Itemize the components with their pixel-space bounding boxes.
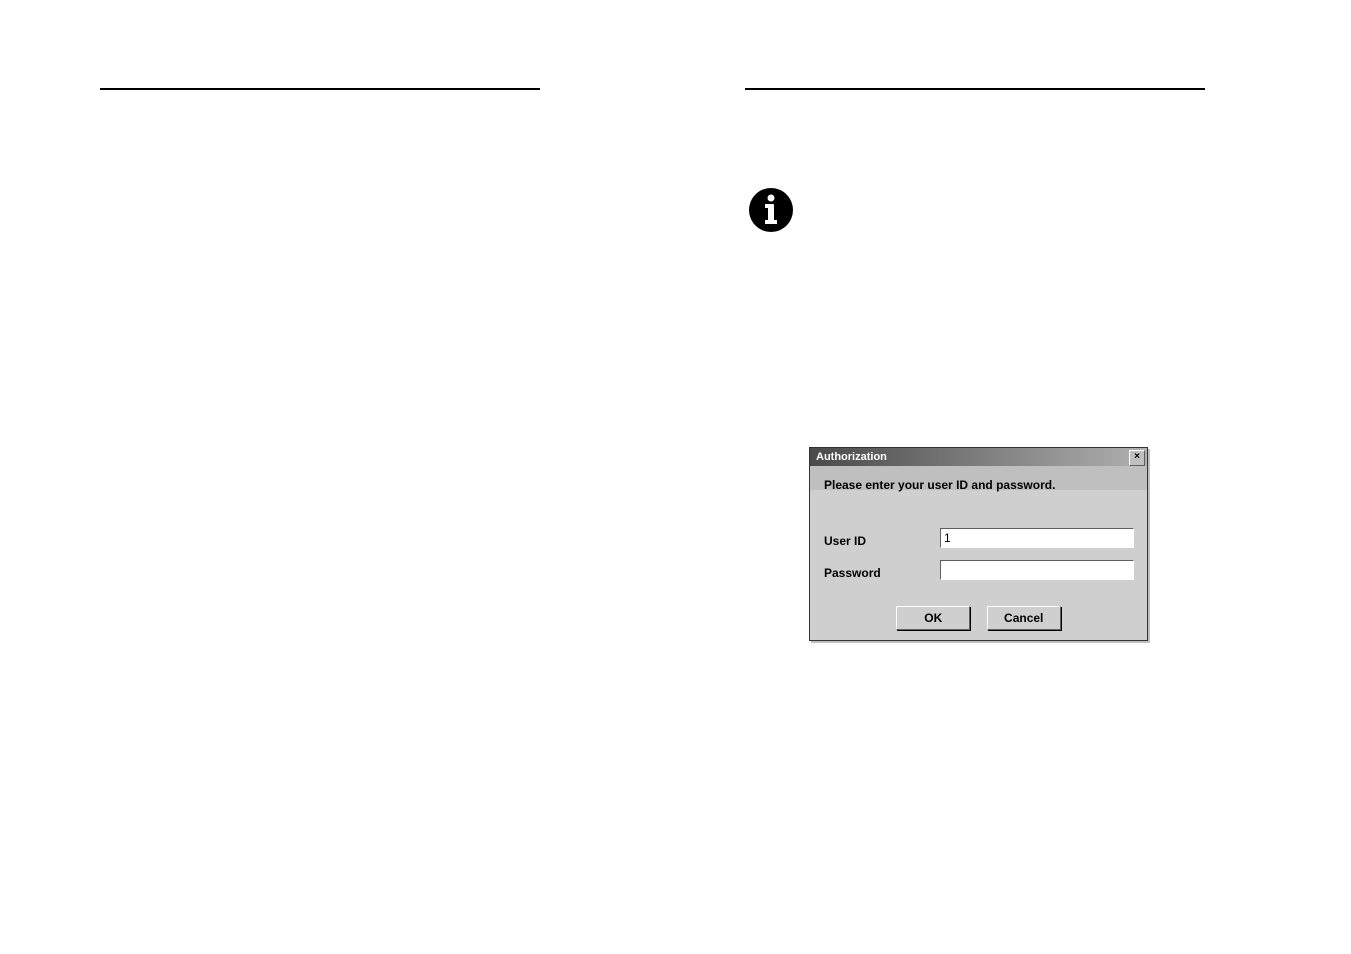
- user-id-input[interactable]: [940, 528, 1134, 548]
- dialog-title: Authorization: [816, 451, 887, 463]
- dialog-prompt: Please enter your user ID and password.: [824, 478, 1055, 492]
- authorization-dialog: Authorization × Please enter your user I…: [809, 447, 1148, 641]
- password-input[interactable]: [940, 560, 1134, 580]
- cancel-button[interactable]: Cancel: [987, 606, 1061, 630]
- horizontal-rule-left: [100, 88, 540, 90]
- close-button[interactable]: ×: [1129, 450, 1145, 466]
- horizontal-rule-right: [745, 88, 1205, 90]
- info-icon: [747, 186, 795, 234]
- dialog-button-row: OK Cancel: [810, 606, 1147, 630]
- close-icon: ×: [1134, 451, 1140, 462]
- user-id-label: User ID: [824, 534, 866, 548]
- ok-button[interactable]: OK: [896, 606, 970, 630]
- password-label: Password: [824, 566, 881, 580]
- document-page: Authorization × Please enter your user I…: [0, 0, 1351, 954]
- dialog-titlebar[interactable]: Authorization ×: [810, 448, 1147, 466]
- dialog-body: Please enter your user ID and password. …: [810, 466, 1147, 490]
